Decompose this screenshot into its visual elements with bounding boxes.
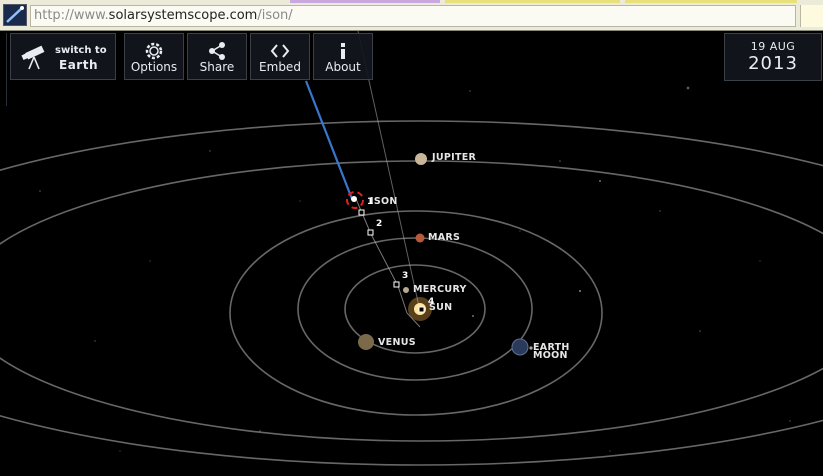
ison-label[interactable]: ISON <box>370 196 398 207</box>
orbit-canvas <box>0 31 823 466</box>
embed-button[interactable]: Embed <box>250 33 310 80</box>
moon-label[interactable]: MOON <box>533 350 568 361</box>
ison-tail <box>304 80 354 200</box>
ison-marker[interactable] <box>346 191 364 209</box>
mars-planet[interactable] <box>415 233 425 243</box>
trajectory-marker-label: 1 <box>367 197 374 207</box>
trajectory-markers <box>358 209 425 313</box>
about-label: About <box>325 60 361 74</box>
url-input[interactable]: http://www.solarsystemscope.com/ison/ <box>30 5 796 27</box>
venus-label[interactable]: VENUS <box>378 337 416 348</box>
trajectory-marker-label: 3 <box>402 271 409 281</box>
mars-label[interactable]: MARS <box>428 232 460 243</box>
venus-planet[interactable] <box>358 334 374 350</box>
trajectory-marker-label: 4 <box>428 297 435 307</box>
share-button[interactable]: Share <box>187 33 247 80</box>
embed-label: Embed <box>259 60 301 74</box>
date-display[interactable]: 19 AUG 2013 <box>724 33 822 81</box>
tab-strip-accent <box>625 0 797 3</box>
switch-to-earth-button[interactable]: switch to Earth <box>10 33 116 80</box>
url-domain: solarsystemscope.com <box>108 8 258 23</box>
planet-orbits <box>0 120 823 466</box>
address-bar-end <box>800 5 823 27</box>
switch-label-line1: switch to <box>55 45 107 56</box>
about-button[interactable]: About <box>313 33 373 80</box>
earth-planet[interactable] <box>511 338 529 356</box>
browser-address-bar: http://www.solarsystemscope.com/ison/ <box>0 0 823 31</box>
jupiter-planet[interactable] <box>415 153 427 165</box>
options-button[interactable]: Options <box>124 33 184 80</box>
url-path: /ison/ <box>257 8 293 23</box>
date-day-month: 19 AUG <box>750 40 796 53</box>
mercury-label[interactable]: MERCURY <box>413 284 467 295</box>
jupiter-label[interactable]: JUPITER <box>432 152 476 163</box>
tab-strip-accent <box>445 0 620 3</box>
share-label: Share <box>199 60 235 74</box>
mercury-planet[interactable] <box>403 287 409 293</box>
telescope-icon <box>20 43 50 75</box>
starfield <box>39 86 791 452</box>
date-year: 2013 <box>748 53 798 74</box>
comet-favicon-icon <box>3 4 27 26</box>
switch-label-line2: Earth <box>59 58 98 72</box>
tab-strip-accent <box>290 0 440 3</box>
trajectory-marker-label: 2 <box>376 219 383 229</box>
options-label: Options <box>130 60 178 74</box>
solar-system-view[interactable]: switch to Earth Options Share Embed Abou… <box>0 31 823 476</box>
panel-edge <box>0 33 7 106</box>
url-scheme: http://www. <box>34 8 109 23</box>
